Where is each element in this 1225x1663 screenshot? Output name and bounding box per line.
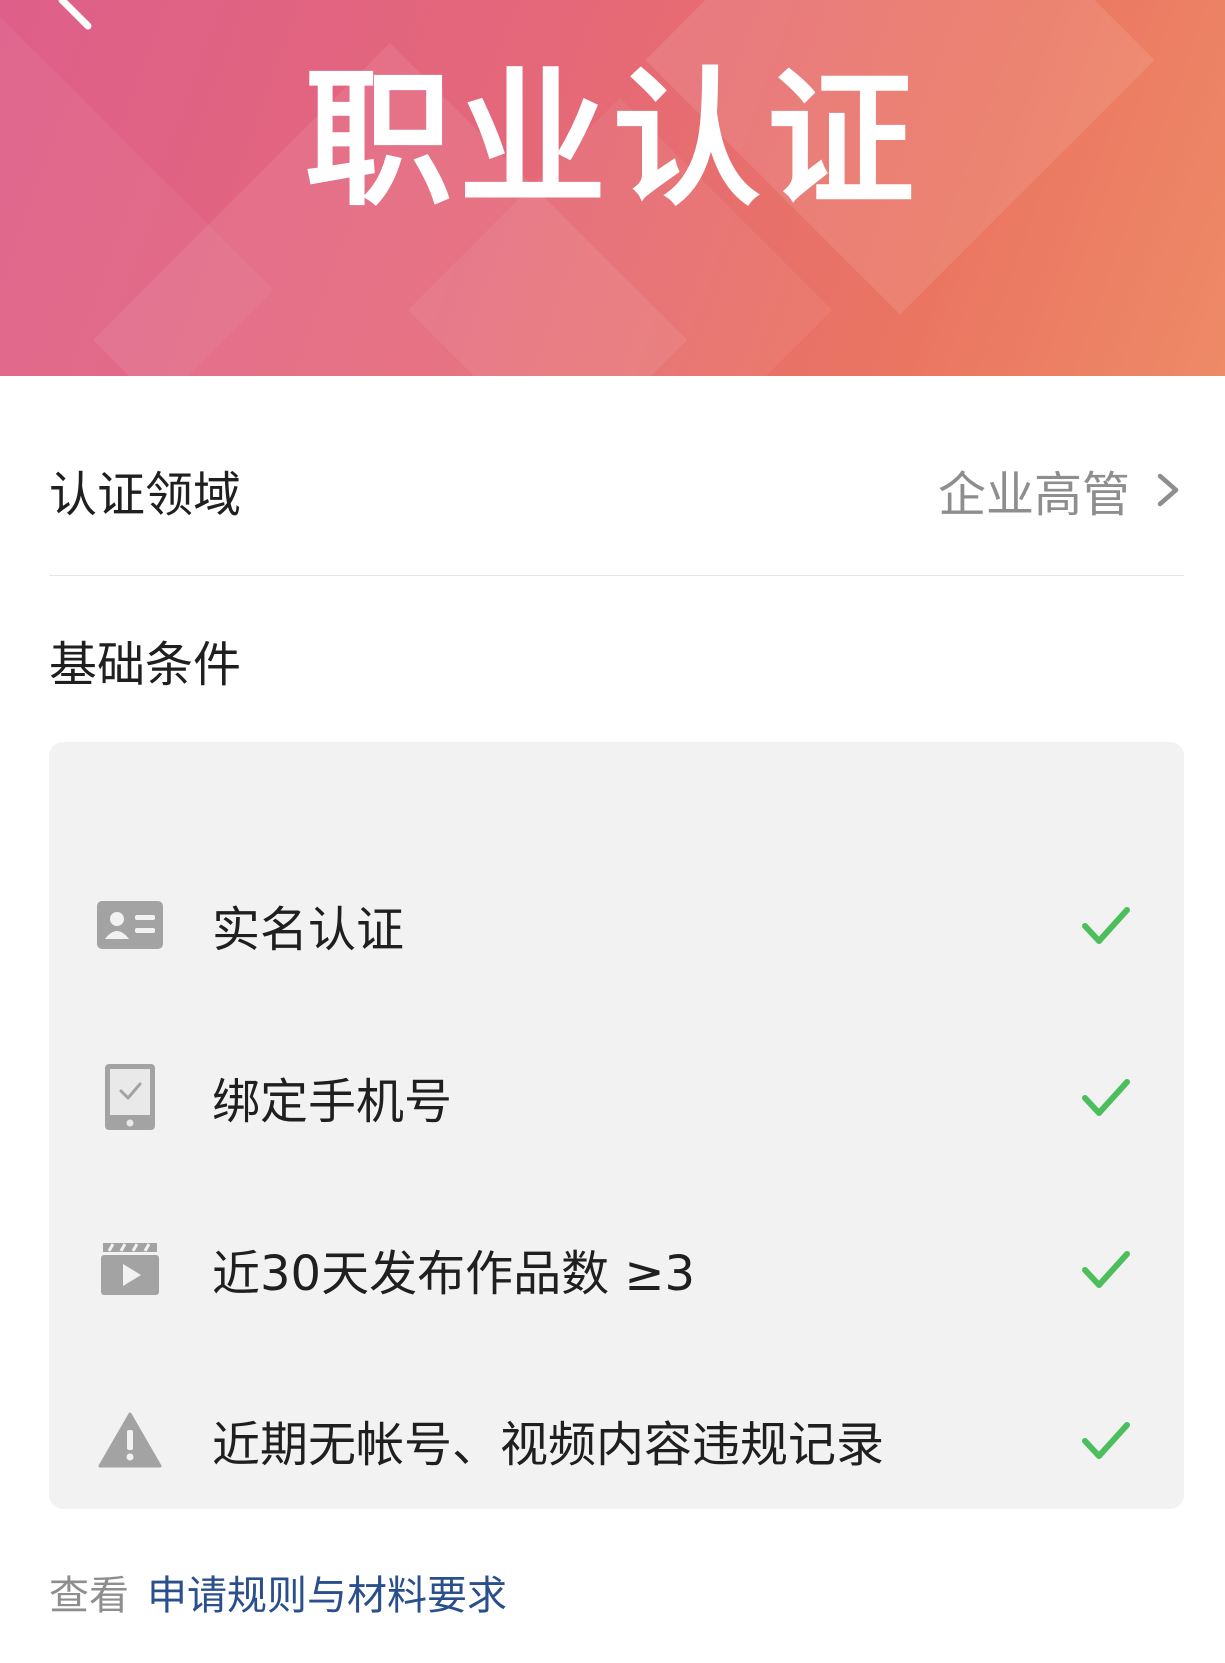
condition-label: 实名认证 xyxy=(212,902,405,958)
condition-label: 绑定手机号 xyxy=(212,1074,453,1130)
footer-prefix: 查看 xyxy=(49,1573,129,1619)
condition-item: 近30天发布作品数 ≥3 xyxy=(49,1209,1184,1329)
condition-label: 近30天发布作品数 ≥3 xyxy=(212,1246,696,1302)
check-icon xyxy=(1082,1079,1130,1116)
back-button[interactable] xyxy=(40,0,100,36)
video-clapper-icon xyxy=(95,1234,165,1304)
warning-icon xyxy=(95,1405,165,1475)
field-value: 企业高管 xyxy=(937,467,1130,523)
field-value-group: 企业高管 xyxy=(938,455,1184,525)
condition-item: 实名认证 xyxy=(49,865,1184,985)
check-icon xyxy=(1082,907,1130,944)
condition-item: 近期无帐号、视频内容违规记录 xyxy=(49,1380,1184,1500)
check-icon xyxy=(1082,1422,1130,1459)
check-icon xyxy=(1082,1251,1130,1288)
rules-footer: 查看 申请规则与材料要求 xyxy=(49,1564,507,1628)
rules-link[interactable]: 申请规则与材料要求 xyxy=(147,1573,507,1619)
phone-icon xyxy=(95,1062,165,1132)
id-card-icon xyxy=(95,890,165,960)
chevron-right-icon xyxy=(1157,473,1179,507)
certification-field-row[interactable]: 认证领域 企业高管 xyxy=(49,420,1184,560)
divider xyxy=(49,575,1184,576)
condition-item: 绑定手机号 xyxy=(49,1037,1184,1157)
header-banner: 职业认证 xyxy=(0,0,1225,376)
page-title: 职业认证 xyxy=(304,54,921,226)
field-label: 认证领域 xyxy=(49,467,242,523)
condition-label: 近期无帐号、视频内容违规记录 xyxy=(212,1417,885,1473)
back-arrow-icon xyxy=(58,0,92,30)
section-title: 基础条件 xyxy=(49,637,242,693)
conditions-card: 实名认证 绑定手机号 近30天发布作品数 ≥3 近期无帐号、视频内容违规记录 xyxy=(49,742,1184,1509)
